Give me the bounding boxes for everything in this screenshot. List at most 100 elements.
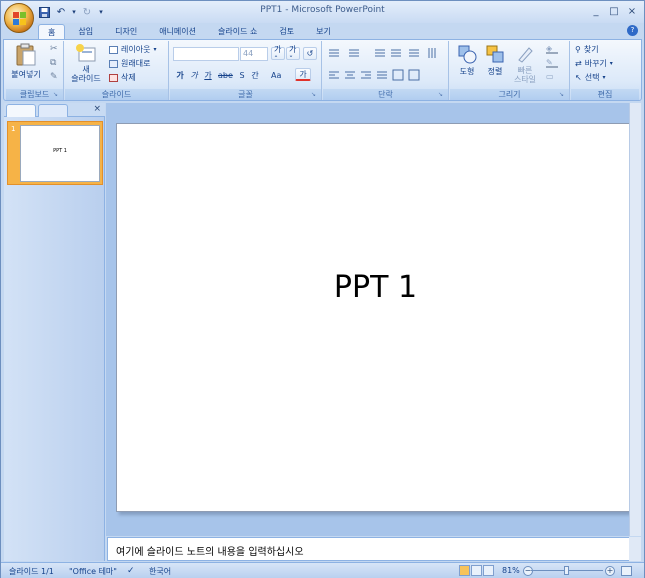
zoom-out-button[interactable]: − [523,566,533,576]
select-button[interactable]: ↖ 선택 ▾ [575,72,605,83]
help-icon[interactable]: ? [627,25,638,36]
paragraph-tools-icon [329,48,436,81]
tab-review[interactable]: 검토 [270,24,303,39]
language-status[interactable]: 한국어 [149,566,171,577]
slide-count-status: 슬라이드 1/1 [9,567,54,576]
change-case-button[interactable]: Aa [270,69,282,82]
tab-animations[interactable]: 애니메이션 [150,24,205,39]
powerpoint-window: ↶ ▾ ↻ ▾ PPT1 - Microsoft PowerPoint _ □ … [0,0,645,578]
paste-button[interactable]: 붙여넣기 [9,43,43,87]
window-title: PPT1 - Microsoft PowerPoint [260,5,385,15]
slide-title[interactable]: PPT 1 [117,270,634,305]
reset-button[interactable]: 원래대로 [109,58,150,69]
paragraph-launcher-icon[interactable]: ↘ [438,91,446,99]
slide-show-view-button[interactable] [483,565,494,576]
shrink-font-button[interactable]: 가ˇ [286,45,300,64]
binoculars-icon: ⚲ [575,45,581,54]
tab-outline[interactable] [38,104,68,117]
drawing-group-label: 그리기 [450,89,569,100]
ribbon-tabs: 홈 삽입 디자인 애니메이션 슬라이드 쇼 검토 보기 [38,24,340,39]
italic-button[interactable]: 가 [188,69,200,82]
tab-slides-thumbnails[interactable] [6,104,36,117]
slide-sorter-view-button[interactable] [471,565,482,576]
slides-group: 새 슬라이드 레이아웃 ▾ 원래대로 삭제 슬라이드 [65,41,169,100]
tab-design[interactable]: 디자인 [106,24,146,39]
layout-label: 레이아웃 [121,45,151,54]
editing-group-label: 편집 [571,89,639,100]
slides-group-label: 슬라이드 [65,89,168,100]
fit-to-window-icon[interactable] [621,566,632,576]
view-buttons [459,565,494,576]
notes-pane[interactable]: 여기에 슬라이드 노트의 내용을 입력하십시오 [107,537,631,561]
quick-styles-button[interactable]: 빠른 스타일 [510,44,540,84]
arrange-label: 정렬 [487,67,503,76]
drawing-launcher-icon[interactable]: ↘ [559,91,567,99]
spell-check-icon[interactable]: ✓ [127,566,135,576]
office-button[interactable] [4,3,34,33]
cut-icon[interactable]: ✂ [50,44,58,54]
new-slide-icon [76,44,96,62]
slide-canvas[interactable]: PPT 1 [116,123,635,512]
underline-button[interactable]: 가 [202,69,214,82]
tab-insert[interactable]: 삽입 [69,24,102,39]
shapes-button[interactable]: 도형 [454,44,480,77]
quick-styles-label-1: 빠른 [517,66,533,75]
grow-font-button[interactable]: 가ˆ [271,45,285,64]
new-slide-button[interactable]: 새 슬라이드 [67,43,105,87]
zoom-in-button[interactable]: + [605,566,615,576]
reset-icon [109,59,118,68]
replace-icon: ⇄ [575,59,582,68]
new-slide-label-2: 슬라이드 [71,74,101,83]
tab-home[interactable]: 홈 [38,24,66,39]
font-size-box[interactable]: 44 [240,47,268,61]
maximize-button[interactable]: □ [606,4,622,18]
normal-view-button[interactable] [459,565,470,576]
vertical-scrollbar[interactable] [629,103,641,536]
quick-styles-label-2: 스타일 [513,75,537,84]
status-bar: 슬라이드 1/1 "Office 테마" ✓ 한국어 81% − + [1,562,644,578]
slides-pane: × 1 PPT 1 [4,103,105,561]
clear-format-button[interactable]: ↺ [303,47,317,60]
layout-button[interactable]: 레이아웃 ▾ [109,44,156,55]
zoom-level[interactable]: 81% [502,566,520,575]
copy-icon[interactable]: ⧉ [50,58,56,68]
shape-outline-icon[interactable]: ✎ [546,58,558,68]
shape-effects-icon[interactable]: ▭ [546,72,558,82]
clipboard-launcher-icon[interactable]: ↘ [53,91,61,99]
slide-thumbnail-text: PPT 1 [53,148,67,154]
find-button[interactable]: ⚲ 찾기 [575,44,599,55]
cursor-icon: ↖ [575,73,582,82]
notes-scrollbar[interactable] [629,537,641,561]
title-bar: ↶ ▾ ↻ ▾ PPT1 - Microsoft PowerPoint _ □ … [1,1,644,23]
slide-thumbnail-row[interactable]: 1 PPT 1 [7,121,103,185]
zoom-slider-thumb[interactable] [564,566,569,575]
theme-status[interactable]: "Office 테마" [69,566,117,577]
arrange-icon [486,45,504,63]
format-painter-icon[interactable]: ✎ [50,72,58,82]
close-button[interactable]: × [624,4,640,18]
paragraph-group: 단락 ↘ [323,41,449,100]
window-controls: _ □ × [588,4,640,18]
slide-thumbnail[interactable]: PPT 1 [20,125,100,182]
delete-label: 삭제 [121,73,136,82]
close-pane-icon[interactable]: × [93,104,101,114]
select-label: 선택 [584,73,600,82]
replace-button[interactable]: ⇄ 바꾸기 ▾ [575,58,613,69]
minimize-button[interactable]: _ [588,4,604,18]
clipboard-group: 붙여넣기 ✂ ⧉ ✎ 클립보드 ↘ [6,41,64,100]
arrange-button[interactable]: 정렬 [482,44,508,77]
shadow-button[interactable]: S [236,69,248,82]
bold-button[interactable]: 가 [174,69,186,82]
strikethrough-button[interactable]: abe [217,69,234,82]
paragraph-group-label: 단락 [323,89,448,100]
tab-view[interactable]: 보기 [307,24,340,39]
font-color-button[interactable]: 가 [295,68,311,81]
shape-fill-icon[interactable]: ◈ [546,44,558,54]
char-spacing-button[interactable]: 간 [249,69,261,82]
shapes-label: 도형 [459,67,475,76]
delete-slide-button[interactable]: 삭제 [109,72,136,83]
font-name-box[interactable] [173,47,239,61]
tab-slide-show[interactable]: 슬라이드 쇼 [209,24,266,39]
font-launcher-icon[interactable]: ↘ [311,91,319,99]
slide-editing-area: PPT 1 [106,103,635,536]
